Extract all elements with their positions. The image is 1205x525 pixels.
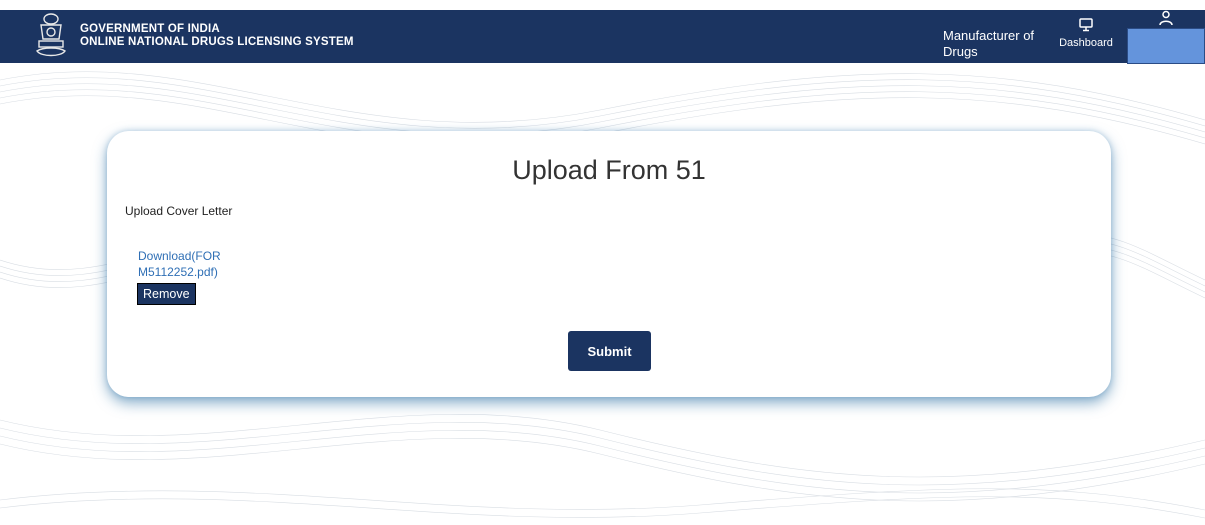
profile-menu[interactable] <box>1127 28 1205 64</box>
user-role: Manufacturer of Drugs <box>943 28 1035 59</box>
submit-button[interactable]: Submit <box>568 331 651 371</box>
brand-line-2: ONLINE NATIONAL DRUGS LICENSING SYSTEM <box>80 36 354 48</box>
national-emblem-icon <box>36 13 66 57</box>
monitor-icon <box>1079 18 1093 32</box>
cover-letter-label: Upload Cover Letter <box>125 204 233 218</box>
dashboard-button[interactable]: Dashboard <box>1055 18 1117 49</box>
remove-button[interactable]: Remove <box>137 283 196 305</box>
brand-line-1: GOVERNMENT OF INDIA <box>80 23 220 35</box>
top-navigation-bar: GOVERNMENT OF INDIA ONLINE NATIONAL DRUG… <box>0 10 1205 64</box>
page-title: Upload From 51 <box>512 155 706 185</box>
site-brand: GOVERNMENT OF INDIA ONLINE NATIONAL DRUG… <box>80 23 354 49</box>
download-file-link[interactable]: Download(FOR M5112252.pdf) <box>138 248 221 280</box>
download-link-line-2: M5112252.pdf) <box>138 265 218 279</box>
upload-form-card: Upload From 51 Upload Cover Letter Downl… <box>107 131 1111 397</box>
download-link-line-1: Download(FOR <box>138 249 221 263</box>
dashboard-label: Dashboard <box>1059 37 1113 49</box>
user-icon[interactable] <box>1158 10 1174 26</box>
